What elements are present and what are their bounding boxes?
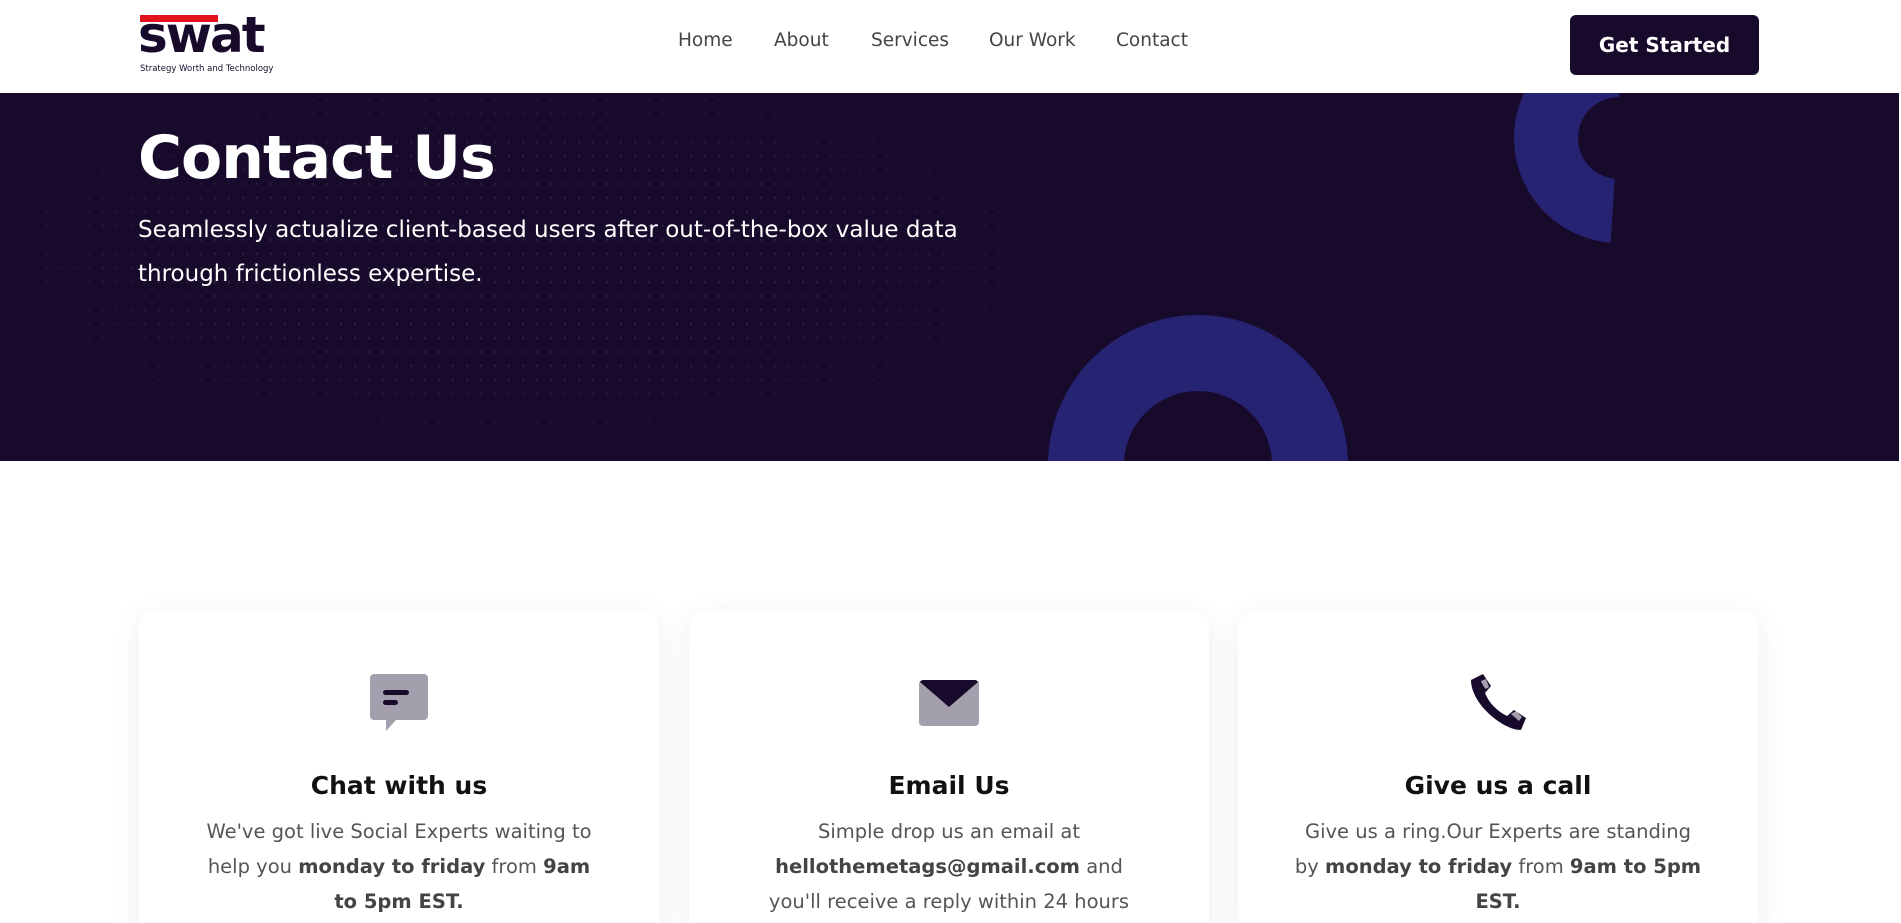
card-description: Simple drop us an email at hellothemetag… (749, 814, 1149, 919)
text-part: Simple drop us an email at (817, 820, 1081, 843)
card-title: Email Us (888, 771, 1010, 800)
email-link[interactable]: hellothemetags@gmail.com (775, 855, 1080, 878)
card-title: Give us a call (1404, 771, 1592, 800)
logo-red-bar (140, 15, 218, 22)
nav-our-work[interactable]: Our Work (989, 30, 1076, 51)
site-header: swat Strategy Worth and Technology Home … (0, 0, 1901, 93)
decorative-ring-top (1514, 93, 1619, 243)
card-description: Give us a ring.Our Experts are standing … (1293, 814, 1703, 919)
text-bold: monday to friday (1325, 855, 1513, 878)
contact-card-email: Email Us Simple drop us an email at hell… (689, 611, 1209, 923)
card-description: We've got live Social Experts waiting to… (199, 814, 599, 919)
hero-banner: Contact Us Seamlessly actualize client-b… (0, 93, 1899, 461)
nav-contact[interactable]: Contact (1116, 30, 1188, 51)
get-started-button[interactable]: Get Started (1570, 15, 1759, 75)
nav-home[interactable]: Home (678, 30, 733, 51)
envelope-icon (918, 672, 980, 734)
card-title: Chat with us (310, 771, 488, 800)
page-subtitle: Seamlessly actualize client-based users … (138, 217, 958, 287)
contact-card-call: Give us a call Give us a ring.Our Expert… (1238, 611, 1758, 923)
text-part: from (485, 855, 544, 878)
logo[interactable]: swat Strategy Worth and Technology (138, 10, 283, 76)
contact-card-chat: Chat with us We've got live Social Exper… (139, 611, 659, 923)
page-title: Contact Us (138, 123, 496, 193)
chat-icon (368, 672, 430, 734)
logo-tagline: Strategy Worth and Technology (140, 64, 274, 74)
text-part: from (1512, 855, 1570, 878)
text-bold: monday to friday (298, 855, 486, 878)
nav-services[interactable]: Services (871, 30, 949, 51)
phone-icon (1467, 672, 1529, 734)
nav-about[interactable]: About (774, 30, 829, 51)
